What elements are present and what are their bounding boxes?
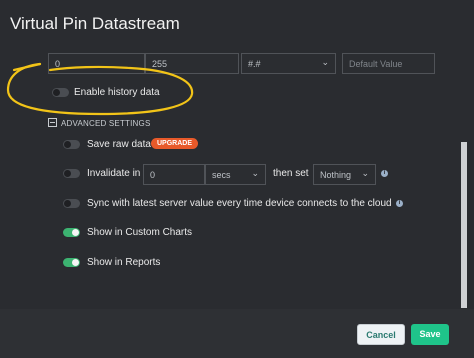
invalidate-value-input[interactable]: 0	[143, 164, 205, 185]
chevron-down-icon: ⌄	[321, 57, 329, 67]
dialog-title: Virtual Pin Datastream	[10, 14, 180, 33]
then-set-label: then set	[273, 168, 309, 179]
format-value: #.#	[248, 59, 261, 69]
invalidate-label: Invalidate in	[87, 168, 141, 179]
chevron-down-icon: ⌄	[361, 168, 369, 178]
save-raw-label: Save raw data	[87, 139, 151, 150]
invalidate-toggle[interactable]	[63, 169, 80, 178]
sync-label: Sync with latest server value every time…	[87, 198, 392, 209]
custom-charts-label: Show in Custom Charts	[87, 227, 193, 238]
reports-label: Show in Reports	[87, 257, 161, 268]
reports-toggle[interactable]	[63, 258, 80, 267]
advanced-settings-header[interactable]: ADVANCED SETTINGS	[61, 119, 151, 128]
save-button[interactable]: Save	[411, 324, 449, 345]
scrollbar[interactable]	[461, 142, 467, 308]
then-set-value: Nothing	[320, 170, 352, 180]
info-icon[interactable]: i	[396, 200, 403, 207]
chevron-down-icon: ⌄	[251, 168, 259, 178]
info-icon[interactable]: i	[381, 170, 388, 177]
cancel-button[interactable]: Cancel	[357, 324, 405, 345]
upgrade-badge[interactable]: UPGRADE	[151, 138, 199, 149]
default-value-input[interactable]: Default Value	[342, 53, 435, 74]
sync-toggle[interactable]	[63, 199, 80, 208]
format-select[interactable]: #.# ⌄	[241, 53, 336, 74]
then-set-select[interactable]: Nothing ⌄	[313, 164, 376, 185]
history-toggle[interactable]	[52, 88, 69, 97]
history-label: Enable history data	[74, 87, 160, 98]
invalidate-unit-value: secs	[212, 170, 231, 180]
collapse-icon[interactable]	[48, 118, 57, 127]
save-raw-toggle[interactable]	[63, 140, 80, 149]
custom-charts-toggle[interactable]	[63, 228, 80, 237]
invalidate-unit-select[interactable]: secs ⌄	[205, 164, 266, 185]
